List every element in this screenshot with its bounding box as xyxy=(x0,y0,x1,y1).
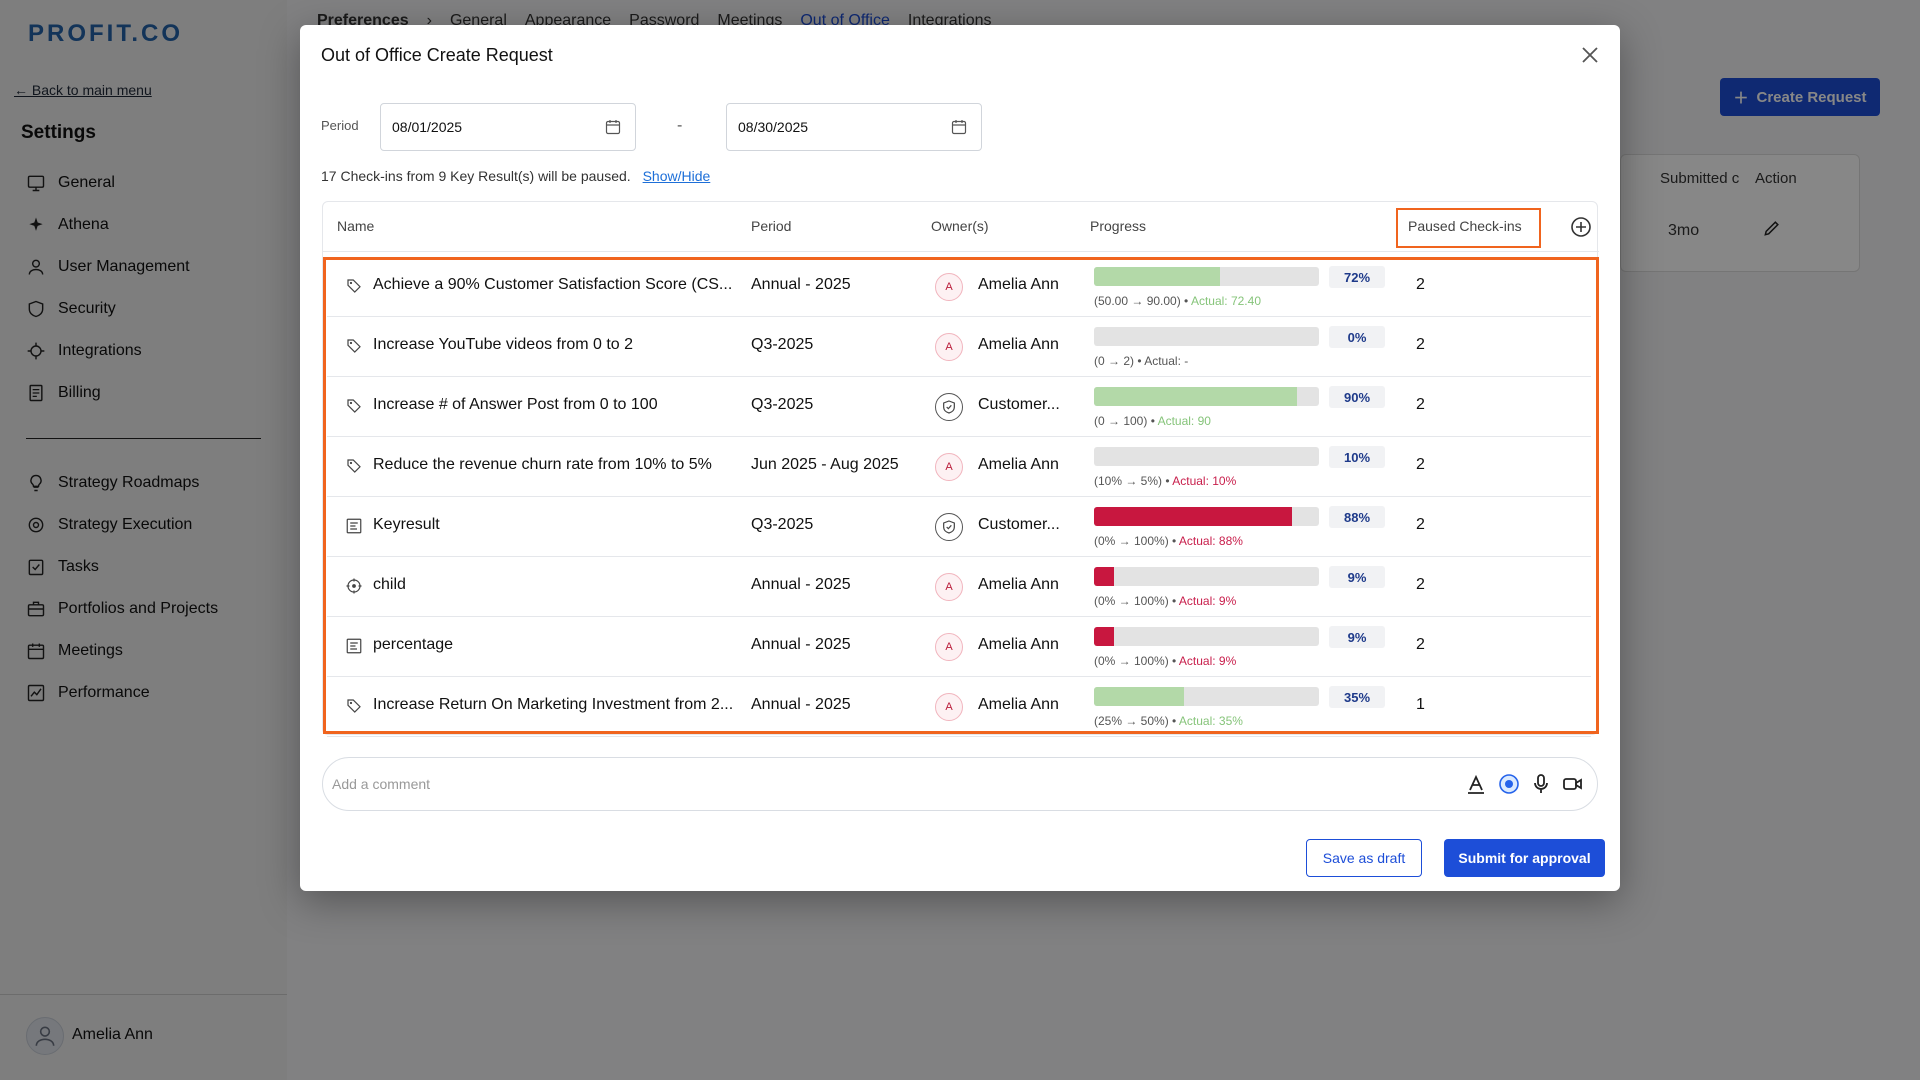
column-period: Period xyxy=(751,218,792,234)
paused-info-text: 17 Check-ins from 9 Key Result(s) will b… xyxy=(321,168,631,184)
out-of-office-create-request-modal: Out of Office Create Request Period 08/0… xyxy=(300,25,1620,891)
end-date-value: 08/30/2025 xyxy=(738,119,809,135)
submit-for-approval-button[interactable]: Submit for approval xyxy=(1444,839,1605,877)
key-results-table: Name Period Owner(s) Progress Paused Che… xyxy=(322,201,1599,737)
microphone-icon[interactable] xyxy=(1529,772,1553,796)
date-separator: - xyxy=(677,117,683,134)
calendar-icon[interactable] xyxy=(951,119,967,135)
calendar-icon[interactable] xyxy=(605,119,621,135)
paused-checkins-info: 17 Check-ins from 9 Key Result(s) will b… xyxy=(321,168,710,184)
video-icon[interactable] xyxy=(1561,772,1585,796)
text-format-icon[interactable] xyxy=(1464,772,1488,796)
table-header: Name Period Owner(s) Progress Paused Che… xyxy=(323,202,1599,252)
start-date-field[interactable]: 08/01/2025 xyxy=(380,103,636,151)
column-progress: Progress xyxy=(1090,218,1147,234)
ai-assist-icon[interactable] xyxy=(1497,772,1521,796)
comment-placeholder: Add a comment xyxy=(332,776,431,792)
show-hide-link[interactable]: Show/Hide xyxy=(643,168,711,184)
end-date-field[interactable]: 08/30/2025 xyxy=(726,103,982,151)
save-as-draft-button[interactable]: Save as draft xyxy=(1306,839,1422,877)
comment-input[interactable]: Add a comment xyxy=(322,757,1598,811)
add-column-icon[interactable] xyxy=(1570,216,1592,238)
column-name: Name xyxy=(337,218,375,234)
column-paused-checkins: Paused Check-ins xyxy=(1408,218,1522,234)
rows-highlight xyxy=(323,257,1599,734)
start-date-value: 08/01/2025 xyxy=(392,119,463,135)
close-icon[interactable] xyxy=(1580,45,1600,65)
period-label: Period xyxy=(321,118,359,133)
modal-title: Out of Office Create Request xyxy=(321,45,553,65)
column-owners: Owner(s) xyxy=(931,218,989,234)
